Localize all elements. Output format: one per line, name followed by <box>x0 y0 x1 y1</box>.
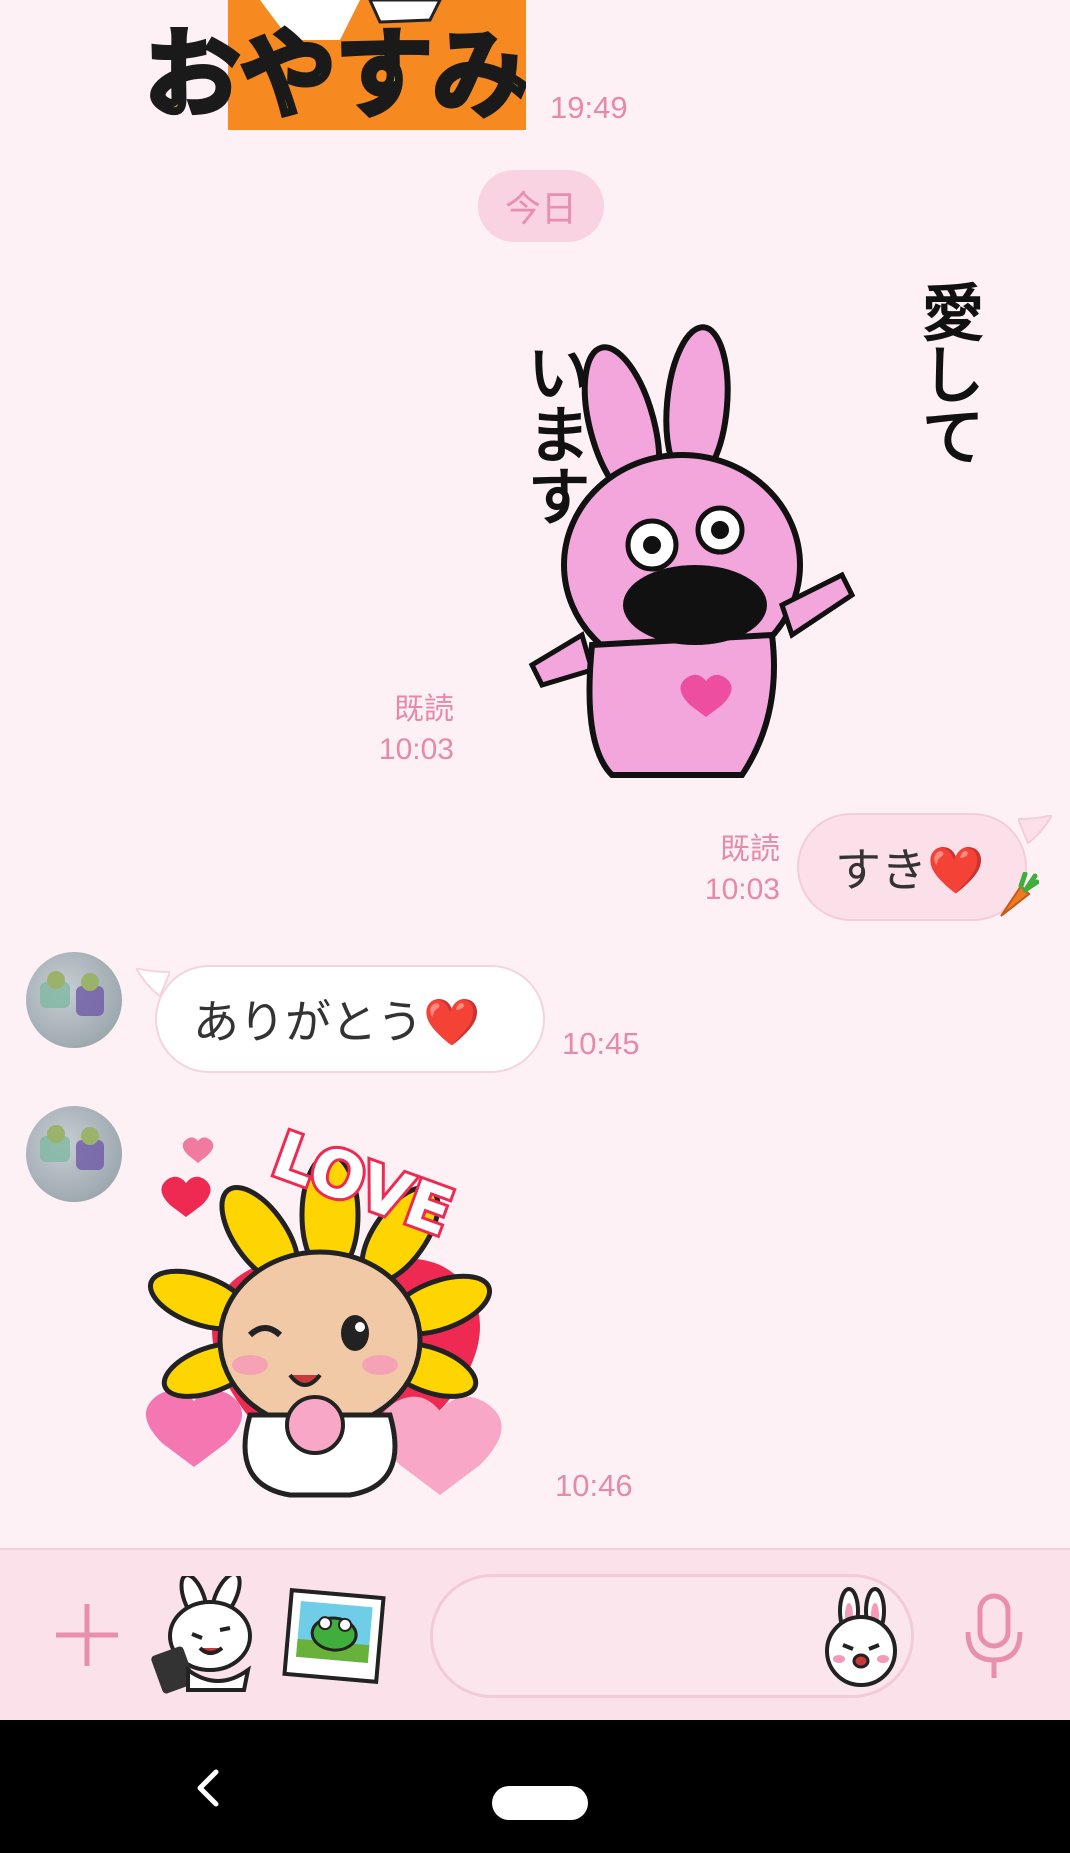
outgoing-message-bubble[interactable]: すき❤️ <box>797 813 1027 921</box>
bubble-tail-icon <box>136 968 170 998</box>
message-text: すき❤️ <box>835 843 985 897</box>
message-time: 19:49 <box>550 90 628 125</box>
emoji-icon[interactable] <box>811 1585 911 1689</box>
microphone-icon[interactable] <box>962 1592 1026 1682</box>
back-icon[interactable] <box>190 1768 226 1808</box>
message-time: 10:46 <box>555 1468 633 1503</box>
svg-text:て: て <box>922 401 984 474</box>
sticker-icon[interactable] <box>148 1571 260 1694</box>
read-label: 既読 <box>720 832 780 867</box>
sticker-love-character[interactable]: LOVE <box>140 1116 530 1515</box>
bubble-tail-icon <box>1018 815 1052 845</box>
message-time: 10:03 <box>704 873 780 906</box>
sticker-oyasumi[interactable]: おやすみ <box>140 0 531 134</box>
message-time: 10:45 <box>562 1026 640 1061</box>
read-status: 既読 10:03 <box>330 690 454 770</box>
avatar[interactable] <box>26 1106 122 1202</box>
avatar[interactable] <box>26 952 122 1048</box>
message-text: ありがとう❤️ <box>193 995 481 1049</box>
message-input-field[interactable] <box>463 1607 807 1669</box>
system-nav-bar <box>0 1720 1070 1853</box>
read-status: 既読 10:03 <box>656 830 780 910</box>
sticker-text: おやすみ <box>144 19 526 130</box>
date-separator: 今日 <box>478 170 604 242</box>
sticker-rabbit-love[interactable]: 愛 し て い ま す <box>512 275 1012 785</box>
plus-icon[interactable] <box>52 1600 122 1670</box>
home-pill-icon[interactable] <box>492 1786 588 1820</box>
photo-icon[interactable] <box>282 1587 386 1685</box>
carrot-icon <box>1000 872 1039 917</box>
read-label: 既読 <box>394 692 454 727</box>
message-input[interactable] <box>430 1574 914 1698</box>
input-bar <box>0 1548 1070 1722</box>
sticker-text: LOVE <box>263 1125 462 1251</box>
message-time: 10:03 <box>378 733 454 766</box>
incoming-message-bubble[interactable]: ありがとう❤️ <box>155 965 545 1073</box>
